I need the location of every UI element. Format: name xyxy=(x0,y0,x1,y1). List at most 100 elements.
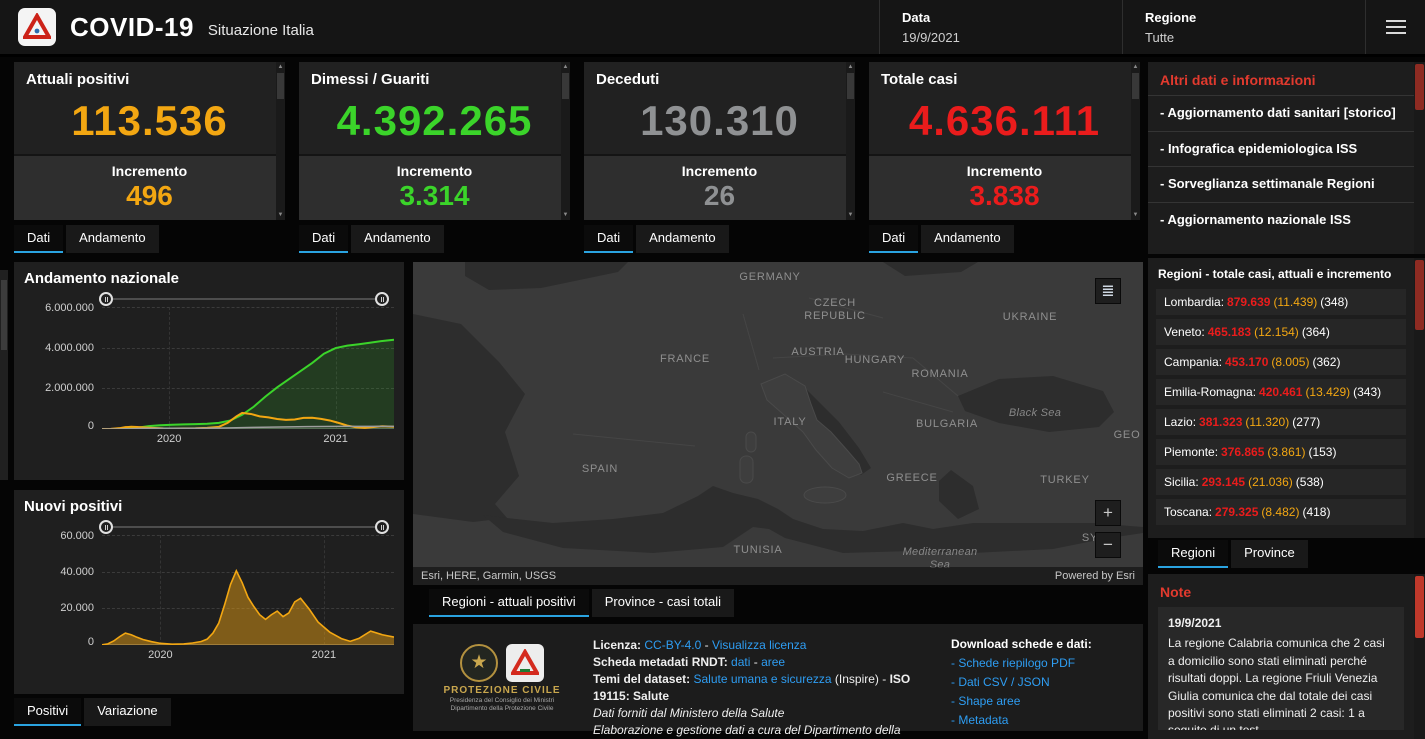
region-row-piemonte[interactable]: Piemonte:376.865(3.861)(153) xyxy=(1156,439,1406,465)
map-attribution-bar: Esri, HERE, Garmin, USGS Powered by Esri xyxy=(413,567,1143,585)
note-panel: Note 19/9/2021 La regione Calabria comun… xyxy=(1148,574,1414,739)
page-left-scrollbar[interactable] xyxy=(0,270,8,480)
region-row-veneto[interactable]: Veneto:465.183(12.154)(364) xyxy=(1156,319,1406,345)
range-handle-right[interactable] xyxy=(375,292,389,306)
map-label-geo: GEO xyxy=(1114,429,1141,441)
scrollbar-thumb[interactable] xyxy=(1,280,7,350)
time-range-slider[interactable] xyxy=(102,518,386,535)
regions-panel-title: Regioni - totale casi, attuali e increme… xyxy=(1148,258,1414,289)
tab-andamento[interactable]: Andamento xyxy=(921,225,1014,253)
stat-value: 113.536 xyxy=(14,88,285,154)
scrollbar-thumb[interactable] xyxy=(1415,576,1424,638)
scrollbar-thumb[interactable] xyxy=(1415,64,1424,110)
card-scrollbar[interactable]: ▲ ▼ xyxy=(1131,62,1140,220)
stat-title: Attuali positivi xyxy=(14,62,285,88)
footer-panel: ★ PROTEZIONE CIVILE Presidenza del Consi… xyxy=(413,624,1143,731)
stat-card-tabs: Dati Andamento xyxy=(299,225,570,253)
scroll-down-icon[interactable]: ▼ xyxy=(276,212,285,218)
scroll-down-icon[interactable]: ▼ xyxy=(1131,212,1140,218)
header-region-selector[interactable]: Regione Tutte xyxy=(1122,0,1365,54)
tab-dati[interactable]: Dati xyxy=(869,225,918,253)
region-row-toscana[interactable]: Toscana:279.325(8.482)(418) xyxy=(1156,499,1406,525)
scroll-up-icon[interactable]: ▲ xyxy=(1131,64,1140,70)
region-row-lombardia[interactable]: Lombardia:879.639(11.439)(348) xyxy=(1156,289,1406,315)
note-panel-scrollbar[interactable] xyxy=(1414,574,1425,739)
link-infografica-iss[interactable]: - Infografica epidemiologica ISS xyxy=(1148,131,1414,167)
info-panel-scrollbar[interactable] xyxy=(1414,62,1425,254)
range-handle-left[interactable] xyxy=(99,292,113,306)
card-scrollbar[interactable]: ▲ ▼ xyxy=(561,62,570,220)
tab-andamento[interactable]: Andamento xyxy=(66,225,159,253)
metadata-aree-link[interactable]: aree xyxy=(761,655,785,669)
y-tick: 60.000 xyxy=(60,530,94,542)
map-label-austria: AUSTRIA xyxy=(791,346,844,358)
scroll-down-icon[interactable]: ▼ xyxy=(846,212,855,218)
scroll-down-icon[interactable]: ▼ xyxy=(561,212,570,218)
download-metadata-link[interactable]: - Metadata xyxy=(951,713,1129,727)
metadata-dati-link[interactable]: dati xyxy=(731,655,750,669)
time-range-slider[interactable] xyxy=(102,290,386,307)
region-row-lazio[interactable]: Lazio:381.323(11.320)(277) xyxy=(1156,409,1406,435)
link-aggiornamento-dati-sanitari[interactable]: - Aggiornamento dati sanitari [storico] xyxy=(1148,95,1414,131)
scroll-up-icon[interactable]: ▲ xyxy=(846,64,855,70)
link-aggiornamento-nazionale-iss[interactable]: - Aggiornamento nazionale ISS xyxy=(1148,202,1414,238)
stat-col-attuali-positivi: Attuali positivi 113.536 Incremento 496 … xyxy=(14,62,285,253)
protezione-civile-logo-icon xyxy=(506,644,544,682)
legend-button[interactable]: ≣ xyxy=(1095,278,1121,304)
scroll-up-icon[interactable]: ▲ xyxy=(561,64,570,70)
tab-province[interactable]: Province xyxy=(1231,540,1308,568)
range-handle-left[interactable] xyxy=(99,520,113,534)
stat-col-dimessi-guariti: Dimessi / Guariti 4.392.265 Incremento 3… xyxy=(299,62,570,253)
tab-province-casi-totali[interactable]: Province - casi totali xyxy=(592,589,734,617)
area-chart[interactable] xyxy=(102,535,394,645)
view-license-link[interactable]: Visualizza licenza xyxy=(712,638,807,652)
note-content[interactable]: 19/9/2021 La regione Calabria comunica c… xyxy=(1158,607,1404,730)
regions-panel-scrollbar[interactable] xyxy=(1414,258,1425,538)
stat-title: Totale casi xyxy=(869,62,1140,88)
info-panel-title: Altri dati e informazioni xyxy=(1148,62,1414,95)
scrollbar-thumb[interactable] xyxy=(847,73,854,99)
tab-variazione[interactable]: Variazione xyxy=(84,698,170,726)
zoom-out-button[interactable]: − xyxy=(1095,532,1121,558)
tab-andamento[interactable]: Andamento xyxy=(636,225,729,253)
tab-dati[interactable]: Dati xyxy=(299,225,348,253)
license-link[interactable]: CC-BY-4.0 xyxy=(644,638,701,652)
scrollbar-thumb[interactable] xyxy=(1132,73,1139,99)
stat-title: Dimessi / Guariti xyxy=(299,62,570,88)
scrollbar-thumb[interactable] xyxy=(277,73,284,99)
increment-label: Incremento xyxy=(869,163,1140,179)
tab-regioni-attuali-positivi[interactable]: Regioni - attuali positivi xyxy=(429,589,589,617)
line-chart[interactable] xyxy=(102,307,394,429)
range-handle-right[interactable] xyxy=(375,520,389,534)
tab-dati[interactable]: Dati xyxy=(14,225,63,253)
stat-card-deceduti: Deceduti 130.310 Incremento 26 ▲ ▼ xyxy=(584,62,855,220)
scroll-up-icon[interactable]: ▲ xyxy=(276,64,285,70)
x-axis-labels: 2020 2021 xyxy=(102,429,394,447)
region-row-campania[interactable]: Campania:453.170(8.005)(362) xyxy=(1156,349,1406,375)
region-row-emilia-romagna[interactable]: Emilia-Romagna:420.461(13.429)(343) xyxy=(1156,379,1406,405)
link-sorveglianza-regioni[interactable]: - Sorveglianza settimanale Regioni xyxy=(1148,166,1414,202)
tab-regioni[interactable]: Regioni xyxy=(1158,540,1228,568)
download-pdf-link[interactable]: - Schede riepilogo PDF xyxy=(951,656,1129,670)
card-scrollbar[interactable]: ▲ ▼ xyxy=(276,62,285,220)
stat-col-totale-casi: Totale casi 4.636.111 Incremento 3.838 ▲… xyxy=(869,62,1140,253)
header-date-selector[interactable]: Data 19/9/2021 xyxy=(879,0,1122,54)
chart-title: Andamento nazionale xyxy=(24,270,394,287)
tab-andamento[interactable]: Andamento xyxy=(351,225,444,253)
map-label-france: FRANCE xyxy=(660,353,710,365)
download-shape-link[interactable]: - Shape aree xyxy=(951,694,1129,708)
scrollbar-thumb[interactable] xyxy=(562,73,569,99)
region-row-sicilia[interactable]: Sicilia:293.145(21.036)(538) xyxy=(1156,469,1406,495)
y-axis-labels: 6.000.000 4.000.000 2.000.000 0 xyxy=(24,307,102,429)
card-scrollbar[interactable]: ▲ ▼ xyxy=(846,62,855,220)
europe-map[interactable]: GERMANY CZECH REPUBLIC UKRAINE FRANCE AU… xyxy=(413,262,1143,585)
menu-button[interactable] xyxy=(1365,0,1425,54)
date-label: Data xyxy=(902,10,1122,25)
tab-dati[interactable]: Dati xyxy=(584,225,633,253)
scrollbar-thumb[interactable] xyxy=(1415,260,1424,330)
download-csv-json-link[interactable]: - Dati CSV / JSON xyxy=(951,675,1129,689)
zoom-in-button[interactable]: + xyxy=(1095,500,1121,526)
tab-positivi[interactable]: Positivi xyxy=(14,698,81,726)
theme-link[interactable]: Salute umana e sicurezza xyxy=(693,672,831,686)
x-tick: 2020 xyxy=(157,433,181,445)
